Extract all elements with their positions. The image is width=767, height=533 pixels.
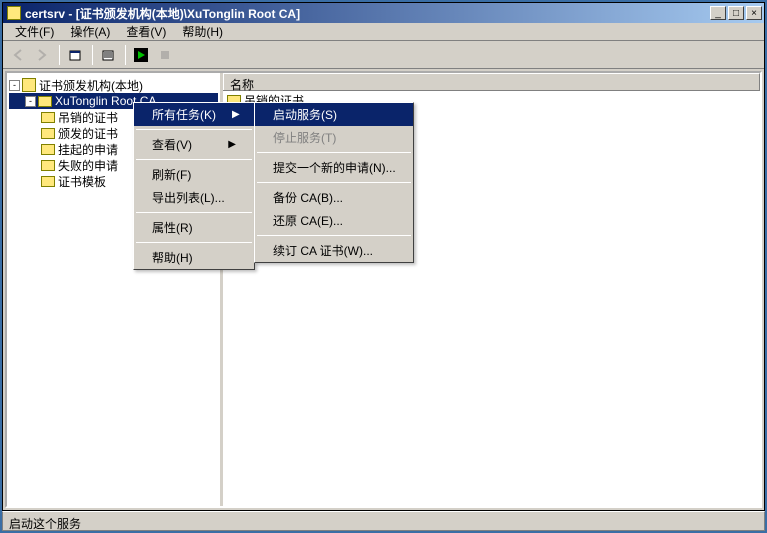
tree-item-label: 挂起的申请 <box>58 141 118 158</box>
ctx-properties[interactable]: 属性(R) <box>134 216 254 239</box>
ctx-label: 帮助(H) <box>152 249 193 266</box>
ctx-label: 续订 CA 证书(W)... <box>273 242 373 259</box>
menu-help[interactable]: 帮助(H) <box>174 21 231 42</box>
app-icon <box>7 6 21 20</box>
menu-action[interactable]: 操作(A) <box>62 21 118 42</box>
ctx-export-list[interactable]: 导出列表(L)... <box>134 186 254 209</box>
ctx-label: 查看(V) <box>152 136 192 153</box>
titlebar: certsrv - [证书颁发机构(本地)\XuTonglin Root CA]… <box>3 3 764 23</box>
ctx-label: 提交一个新的申请(N)... <box>273 159 396 176</box>
ctx-label: 停止服务(T) <box>273 129 336 146</box>
ctx-label: 导出列表(L)... <box>152 189 225 206</box>
sub-backup-ca[interactable]: 备份 CA(B)... <box>255 186 413 209</box>
ctx-label: 还原 CA(E)... <box>273 212 343 229</box>
tree-root-node[interactable]: - 证书颁发机构(本地) <box>9 77 218 93</box>
maximize-button[interactable]: □ <box>728 6 744 20</box>
tree-root-label: 证书颁发机构(本地) <box>39 77 143 94</box>
forward-button <box>31 44 53 66</box>
ca-icon <box>38 96 52 107</box>
tree-item-label: 颁发的证书 <box>58 125 118 142</box>
watermark-sub: 技术博客 <box>685 488 733 502</box>
status-text: 启动这个服务 <box>9 517 81 531</box>
folder-icon <box>41 128 55 139</box>
submenu-all-tasks: 启动服务(S) 停止服务(T) 提交一个新的申请(N)... 备份 CA(B).… <box>254 102 414 263</box>
status-bar: 启动这个服务 <box>2 511 765 531</box>
submenu-arrow-icon: ▶ <box>232 109 240 120</box>
tree-item-label: 失败的申请 <box>58 157 118 174</box>
collapse-icon[interactable]: - <box>9 80 20 91</box>
submenu-arrow-icon: ▶ <box>228 139 236 150</box>
play-button[interactable] <box>130 44 152 66</box>
ctx-refresh[interactable]: 刷新(F) <box>134 163 254 186</box>
ctx-label: 属性(R) <box>152 219 193 236</box>
minimize-button[interactable]: _ <box>710 6 726 20</box>
name-column[interactable]: 名称 <box>223 73 760 90</box>
folder-icon <box>41 144 55 155</box>
sub-renew-cert[interactable]: 续订 CA 证书(W)... <box>255 239 413 262</box>
menubar: 文件(F) 操作(A) 查看(V) 帮助(H) <box>3 23 764 41</box>
sub-start-service[interactable]: 启动服务(S) <box>255 103 413 126</box>
close-button[interactable]: × <box>746 6 762 20</box>
folder-icon <box>41 176 55 187</box>
properties-button[interactable] <box>64 44 86 66</box>
ctx-label: 所有任务(K) <box>152 106 216 123</box>
tree-item-label: 证书模板 <box>58 173 106 190</box>
ctx-all-tasks[interactable]: 所有任务(K) ▶ <box>134 103 254 126</box>
context-menu: 所有任务(K) ▶ 查看(V) ▶ 刷新(F) 导出列表(L)... 属性(R)… <box>133 102 255 270</box>
ctx-label: 启动服务(S) <box>273 106 337 123</box>
watermark-tag: Blog <box>737 486 757 497</box>
back-button <box>7 44 29 66</box>
folder-icon <box>41 160 55 171</box>
sub-submit-request[interactable]: 提交一个新的申请(N)... <box>255 156 413 179</box>
refresh-button[interactable] <box>97 44 119 66</box>
ctx-help[interactable]: 帮助(H) <box>134 246 254 269</box>
watermark: 51CTO.com 技术博客 Blog <box>682 454 757 503</box>
menu-file[interactable]: 文件(F) <box>7 21 62 42</box>
toolbar <box>3 41 764 69</box>
window-title: certsrv - [证书颁发机构(本地)\XuTonglin Root CA] <box>25 5 708 22</box>
stop-button <box>154 44 176 66</box>
ctx-label: 备份 CA(B)... <box>273 189 343 206</box>
ctx-view[interactable]: 查看(V) ▶ <box>134 133 254 156</box>
sub-restore-ca[interactable]: 还原 CA(E)... <box>255 209 413 232</box>
menu-view[interactable]: 查看(V) <box>118 21 174 42</box>
collapse-icon[interactable]: - <box>25 96 36 107</box>
tree-item-label: 吊销的证书 <box>58 109 118 126</box>
ctx-label: 刷新(F) <box>152 166 191 183</box>
watermark-main: 51CTO.com <box>682 468 757 482</box>
folder-icon <box>41 112 55 123</box>
sub-stop-service: 停止服务(T) <box>255 126 413 149</box>
root-icon <box>22 78 36 92</box>
column-header: 名称 <box>223 73 760 91</box>
